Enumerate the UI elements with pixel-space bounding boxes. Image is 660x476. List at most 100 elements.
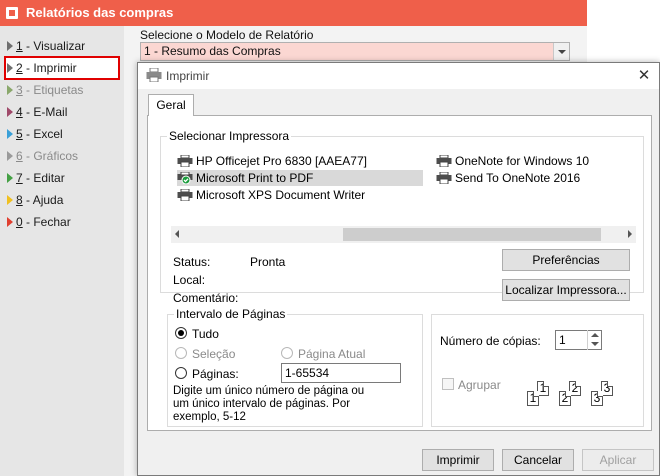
- menu-label: - E-Mail: [22, 105, 68, 119]
- printer-name: OneNote for Windows 10: [455, 154, 590, 168]
- copies-group: Número de cópias: 1 Agrupar 1 1 2 2 3 3: [431, 314, 644, 427]
- app-title: Relatórios das compras: [26, 5, 174, 20]
- menu-shortcut: 2: [16, 61, 23, 75]
- menu-label: - Editar: [22, 171, 65, 185]
- printer-list-scrollbar[interactable]: [171, 226, 636, 243]
- menu-label: - Fechar: [22, 215, 71, 229]
- collate-label: Agrupar: [458, 378, 501, 392]
- scroll-right-icon[interactable]: [628, 230, 632, 238]
- printer-icon: [177, 155, 193, 167]
- scrollbar-thumb[interactable]: [343, 228, 601, 241]
- collate-checkbox[interactable]: [442, 378, 454, 390]
- sidebar-item-5[interactable]: 5 - Excel: [6, 124, 118, 144]
- menu-label: - Gráficos: [22, 149, 79, 163]
- printer-item-xps[interactable]: Microsoft XPS Document Writer: [177, 187, 365, 203]
- printer-name: Send To OneNote 2016: [455, 171, 581, 185]
- comment-label: Comentário:: [173, 291, 239, 305]
- find-printer-button[interactable]: Localizar Impressora...: [502, 279, 630, 301]
- printer-item-onenote10[interactable]: OneNote for Windows 10: [436, 153, 589, 169]
- printer-name: Microsoft XPS Document Writer: [196, 188, 366, 202]
- tab-geral[interactable]: Geral: [148, 94, 194, 116]
- triangle-icon: [7, 107, 13, 117]
- printer-icon: [177, 189, 193, 201]
- collate-page: 1: [527, 391, 539, 406]
- menu-label: - Etiquetas: [22, 83, 84, 97]
- radio-current-page[interactable]: [281, 347, 293, 359]
- chevron-down-icon[interactable]: [553, 43, 569, 60]
- scroll-left-icon[interactable]: [175, 230, 179, 238]
- cancel-button[interactable]: Cancelar: [502, 449, 574, 471]
- model-label: Selecione o Modelo de Relatório: [140, 28, 314, 42]
- preferences-button[interactable]: Preferências: [502, 249, 630, 271]
- menu-label: - Ajuda: [22, 193, 64, 207]
- status-label: Status:: [173, 255, 211, 269]
- menu-label: - Imprimir: [22, 61, 77, 75]
- menu-shortcut: 6: [16, 149, 23, 163]
- sidebar-item-1[interactable]: 1 - Visualizar: [6, 36, 118, 56]
- arrow-down-icon[interactable]: [591, 342, 599, 346]
- printer-item-pdf[interactable]: Microsoft Print to PDF: [177, 170, 423, 186]
- printer-item-onenote2016[interactable]: Send To OneNote 2016: [436, 170, 580, 186]
- menu-label: - Excel: [22, 127, 63, 141]
- print-button[interactable]: Imprimir: [422, 449, 494, 471]
- printer-icon: [436, 155, 452, 167]
- radio-selection-label: Seleção: [192, 347, 236, 361]
- menu-shortcut: 3: [16, 83, 23, 97]
- triangle-icon: [7, 151, 13, 161]
- dialog-title: Imprimir: [166, 69, 210, 83]
- triangle-icon: [7, 217, 13, 227]
- sidebar-item-6[interactable]: 6 - Gráficos: [6, 146, 118, 166]
- radio-all-label: Tudo: [192, 327, 219, 341]
- collate-page: 2: [559, 391, 571, 406]
- copies-input[interactable]: 1: [555, 330, 602, 350]
- dialog-title-bar[interactable]: Imprimir ✕: [138, 63, 659, 89]
- menu-shortcut: 8: [16, 193, 23, 207]
- triangle-icon: [7, 173, 13, 183]
- apply-button[interactable]: Aplicar: [582, 449, 654, 471]
- menu-shortcut: 1: [16, 39, 23, 53]
- sidebar-item-9[interactable]: 0 - Fechar: [6, 212, 118, 232]
- printer-default-check-icon: [177, 172, 193, 184]
- model-select[interactable]: 1 - Resumo das Compras: [140, 42, 570, 61]
- radio-pages[interactable]: [175, 367, 187, 379]
- menu-shortcut: 5: [16, 127, 23, 141]
- app-title-bar: Relatórios das compras: [0, 0, 587, 26]
- sidebar-item-3[interactable]: 3 - Etiquetas: [6, 80, 118, 100]
- copies-value: 1: [559, 333, 566, 347]
- sidebar-item-7[interactable]: 7 - Editar: [6, 168, 118, 188]
- select-printer-group: Selecionar Impressora HP Officejet Pro 6…: [160, 129, 644, 305]
- pages-input[interactable]: 1-65534: [281, 363, 401, 383]
- menu-label: - Visualizar: [22, 39, 86, 53]
- printer-icon: [436, 172, 452, 184]
- radio-all[interactable]: [175, 327, 187, 339]
- page-range-hint: Digite um único número de página ou um ú…: [173, 385, 365, 423]
- menu-shortcut: 4: [16, 105, 23, 119]
- printer-name: HP Officejet Pro 6830 [AAEA77]: [196, 154, 367, 168]
- radio-pages-label: Páginas:: [192, 367, 239, 381]
- printer-icon: [146, 68, 162, 82]
- arrow-up-icon[interactable]: [591, 333, 599, 337]
- tab-panel-geral: Selecionar Impressora HP Officejet Pro 6…: [147, 115, 652, 431]
- sidebar-item-2[interactable]: 2 - Imprimir: [4, 56, 120, 80]
- collate-page: 3: [591, 391, 603, 406]
- printer-item-hp[interactable]: HP Officejet Pro 6830 [AAEA77]: [177, 153, 367, 169]
- model-select-value: 1 - Resumo das Compras: [144, 44, 281, 58]
- close-icon[interactable]: ✕: [635, 67, 653, 85]
- menu-shortcut: 7: [16, 171, 23, 185]
- triangle-icon: [7, 85, 13, 95]
- radio-selection[interactable]: [175, 347, 187, 359]
- page-range-title: Intervalo de Páginas: [174, 307, 288, 321]
- copies-label: Número de cópias:: [440, 334, 541, 348]
- menu-shortcut: 0: [16, 215, 23, 229]
- select-printer-title: Selecionar Impressora: [167, 129, 292, 143]
- print-dialog: Imprimir ✕ Geral Selecionar Impressora H…: [137, 62, 660, 476]
- local-label: Local:: [173, 273, 206, 287]
- app-icon: [6, 7, 18, 19]
- page-range-group: Intervalo de Páginas Tudo Seleção Página…: [167, 307, 423, 427]
- radio-current-page-label: Página Atual: [298, 347, 366, 361]
- sidebar-item-4[interactable]: 4 - E-Mail: [6, 102, 118, 122]
- triangle-icon: [7, 63, 13, 73]
- sidebar-item-8[interactable]: 8 - Ajuda: [6, 190, 118, 210]
- copies-spinner[interactable]: [587, 330, 601, 350]
- status-value: Pronta: [250, 255, 286, 269]
